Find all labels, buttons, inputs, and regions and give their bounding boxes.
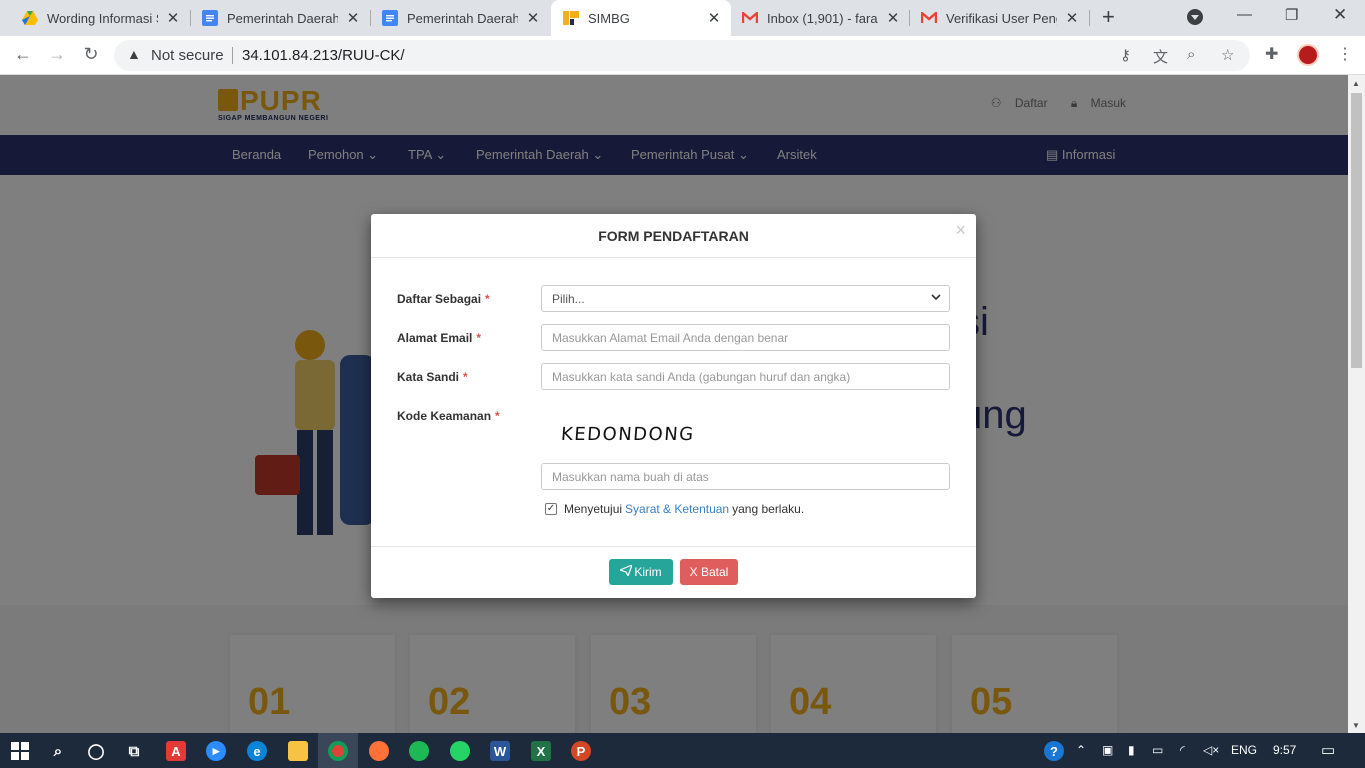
gmail-icon	[742, 10, 758, 26]
address-toolbar: ← → ↻ ▲ Not secure 34.101.84.213/RUU-CK/…	[0, 36, 1365, 75]
page-scrollbar[interactable]: ▲ ▼	[1348, 75, 1365, 733]
close-icon[interactable]: ✕	[886, 9, 900, 27]
gmail-icon	[921, 10, 937, 26]
terms-checkbox[interactable]: ✓	[545, 503, 557, 515]
task-view-icon[interactable]: ⧉	[124, 741, 144, 761]
captcha-label: Kode Keamanan *	[397, 409, 500, 423]
notification-icon[interactable]: ▭	[1321, 741, 1335, 759]
role-label: Daftar Sebagai *	[397, 292, 490, 306]
restore-icon[interactable]: ❐	[1285, 6, 1298, 24]
captcha-input[interactable]	[541, 463, 950, 490]
email-input[interactable]	[541, 324, 950, 351]
modal-title: FORM PENDAFTARAN	[598, 228, 749, 244]
cancel-button[interactable]: X Batal	[680, 559, 738, 585]
window-close-icon[interactable]: ✕	[1333, 5, 1347, 25]
browser-tab-active[interactable]: SIMBG ✕	[551, 0, 731, 36]
warning-icon[interactable]: ▲	[127, 46, 141, 62]
extensions-icon[interactable]: ✚	[1265, 44, 1278, 64]
search-icon[interactable]: ⌕	[48, 741, 68, 761]
menu-icon[interactable]: ⋮	[1337, 44, 1353, 64]
scroll-up-icon[interactable]: ▲	[1352, 79, 1360, 88]
send-button[interactable]: Kirim	[609, 559, 673, 585]
browser-tab[interactable]: Inbox (1,901) - fara ✕	[720, 0, 910, 36]
edge-icon[interactable]: e	[247, 741, 267, 761]
chrome-icon[interactable]	[328, 741, 348, 761]
excel-icon[interactable]: X	[531, 741, 551, 761]
chevron-down-icon	[931, 292, 941, 304]
profile-avatar[interactable]	[1297, 44, 1319, 66]
registration-modal: FORM PENDAFTARAN × Daftar Sebagai * Pilih…	[371, 214, 976, 598]
key-icon[interactable]: ⚷	[1120, 46, 1131, 64]
translate-icon[interactable]: 文	[1153, 46, 1168, 67]
captcha-image: KEDONDONG	[560, 424, 696, 445]
browser-tab[interactable]: Pemerintah Daerah ✕	[360, 0, 550, 36]
terms-agreement: ✓ Menyetujui Syarat & Ketentuan yang ber…	[545, 502, 805, 516]
required-mark: *	[463, 370, 468, 384]
file-explorer-icon[interactable]	[288, 741, 308, 761]
role-select[interactable]: Pilih...	[541, 285, 950, 312]
close-icon[interactable]: ✕	[526, 9, 540, 27]
terms-link[interactable]: Syarat & Ketentuan	[625, 502, 729, 516]
close-icon[interactable]: ✕	[707, 9, 721, 27]
email-label: Alamat Email *	[397, 331, 482, 345]
meet-now-icon[interactable]: ▣	[1102, 743, 1113, 757]
microphone-icon[interactable]: ▮	[1128, 743, 1135, 757]
acrobat-icon[interactable]: A	[166, 741, 186, 761]
wifi-icon[interactable]: ◜	[1180, 743, 1185, 757]
required-mark: *	[495, 409, 500, 423]
tab-search-icon[interactable]	[1187, 9, 1203, 29]
modal-header: FORM PENDAFTARAN ×	[371, 214, 976, 258]
new-tab-icon[interactable]: +	[1102, 6, 1115, 28]
browser-tab[interactable]: Wording Informasi S ✕	[0, 0, 190, 36]
browser-tab-strip: Wording Informasi S ✕ Pemerintah Daerah …	[0, 0, 1365, 36]
minimize-icon[interactable]: —	[1237, 6, 1252, 23]
bookmark-star-icon[interactable]: ☆	[1221, 46, 1234, 64]
clock[interactable]: 9:57	[1273, 743, 1296, 757]
windows-start-icon[interactable]	[10, 741, 30, 761]
whatsapp-icon[interactable]	[450, 741, 470, 761]
chevron-up-icon[interactable]: ⌃	[1076, 743, 1086, 757]
firefox-icon[interactable]	[369, 741, 389, 761]
pupr-icon	[563, 10, 579, 26]
battery-icon[interactable]: ▭	[1152, 743, 1163, 757]
close-icon[interactable]: ✕	[1065, 9, 1079, 27]
modal-close-icon[interactable]: ×	[955, 220, 966, 241]
url-text[interactable]: 34.101.84.213/RUU-CK/	[242, 47, 405, 64]
reload-icon[interactable]: ↻	[81, 44, 101, 65]
language-indicator[interactable]: ENG	[1231, 743, 1257, 757]
docs-icon	[382, 10, 398, 26]
modal-footer: Kirim X Batal	[371, 546, 976, 598]
back-icon[interactable]: ←	[13, 44, 33, 65]
zoom-icon[interactable]: ⌕	[1187, 46, 1195, 63]
required-mark: *	[485, 292, 490, 306]
scrollbar-thumb[interactable]	[1351, 93, 1362, 368]
security-label[interactable]: Not secure	[151, 47, 224, 64]
browser-tab[interactable]: Pemerintah Daerah ✕	[180, 0, 370, 36]
word-icon[interactable]: W	[490, 741, 510, 761]
docs-icon	[202, 10, 218, 26]
password-input[interactable]	[541, 363, 950, 390]
divider	[232, 47, 233, 64]
close-icon[interactable]: ✕	[346, 9, 360, 27]
close-icon[interactable]: ✕	[166, 9, 180, 27]
password-label: Kata Sandi *	[397, 370, 468, 384]
powerpoint-icon[interactable]: P	[571, 741, 591, 761]
spotify-icon[interactable]	[409, 741, 429, 761]
required-mark: *	[476, 331, 482, 345]
volume-muted-icon[interactable]: ◁×	[1203, 743, 1219, 757]
drive-icon	[22, 10, 38, 26]
paper-plane-icon	[618, 563, 634, 579]
zoom-app-icon[interactable]: ▸	[206, 741, 226, 761]
tab-divider	[1089, 10, 1090, 26]
address-bar[interactable]: ▲ Not secure 34.101.84.213/RUU-CK/ ⚷ 文 ⌕…	[114, 40, 1250, 71]
browser-tab[interactable]: Verifikasi User Peng ✕	[899, 0, 1089, 36]
scroll-down-icon[interactable]: ▼	[1352, 721, 1360, 730]
cortana-icon[interactable]: ◯	[86, 741, 106, 761]
forward-icon[interactable]: →	[47, 44, 67, 65]
os-taskbar: ⌕ ◯ ⧉ A ▸ e W X P ? ⌃ ▣ ▮ ▭ ◜ ◁× ENG 9:5…	[0, 733, 1365, 768]
help-icon[interactable]: ?	[1044, 741, 1064, 761]
